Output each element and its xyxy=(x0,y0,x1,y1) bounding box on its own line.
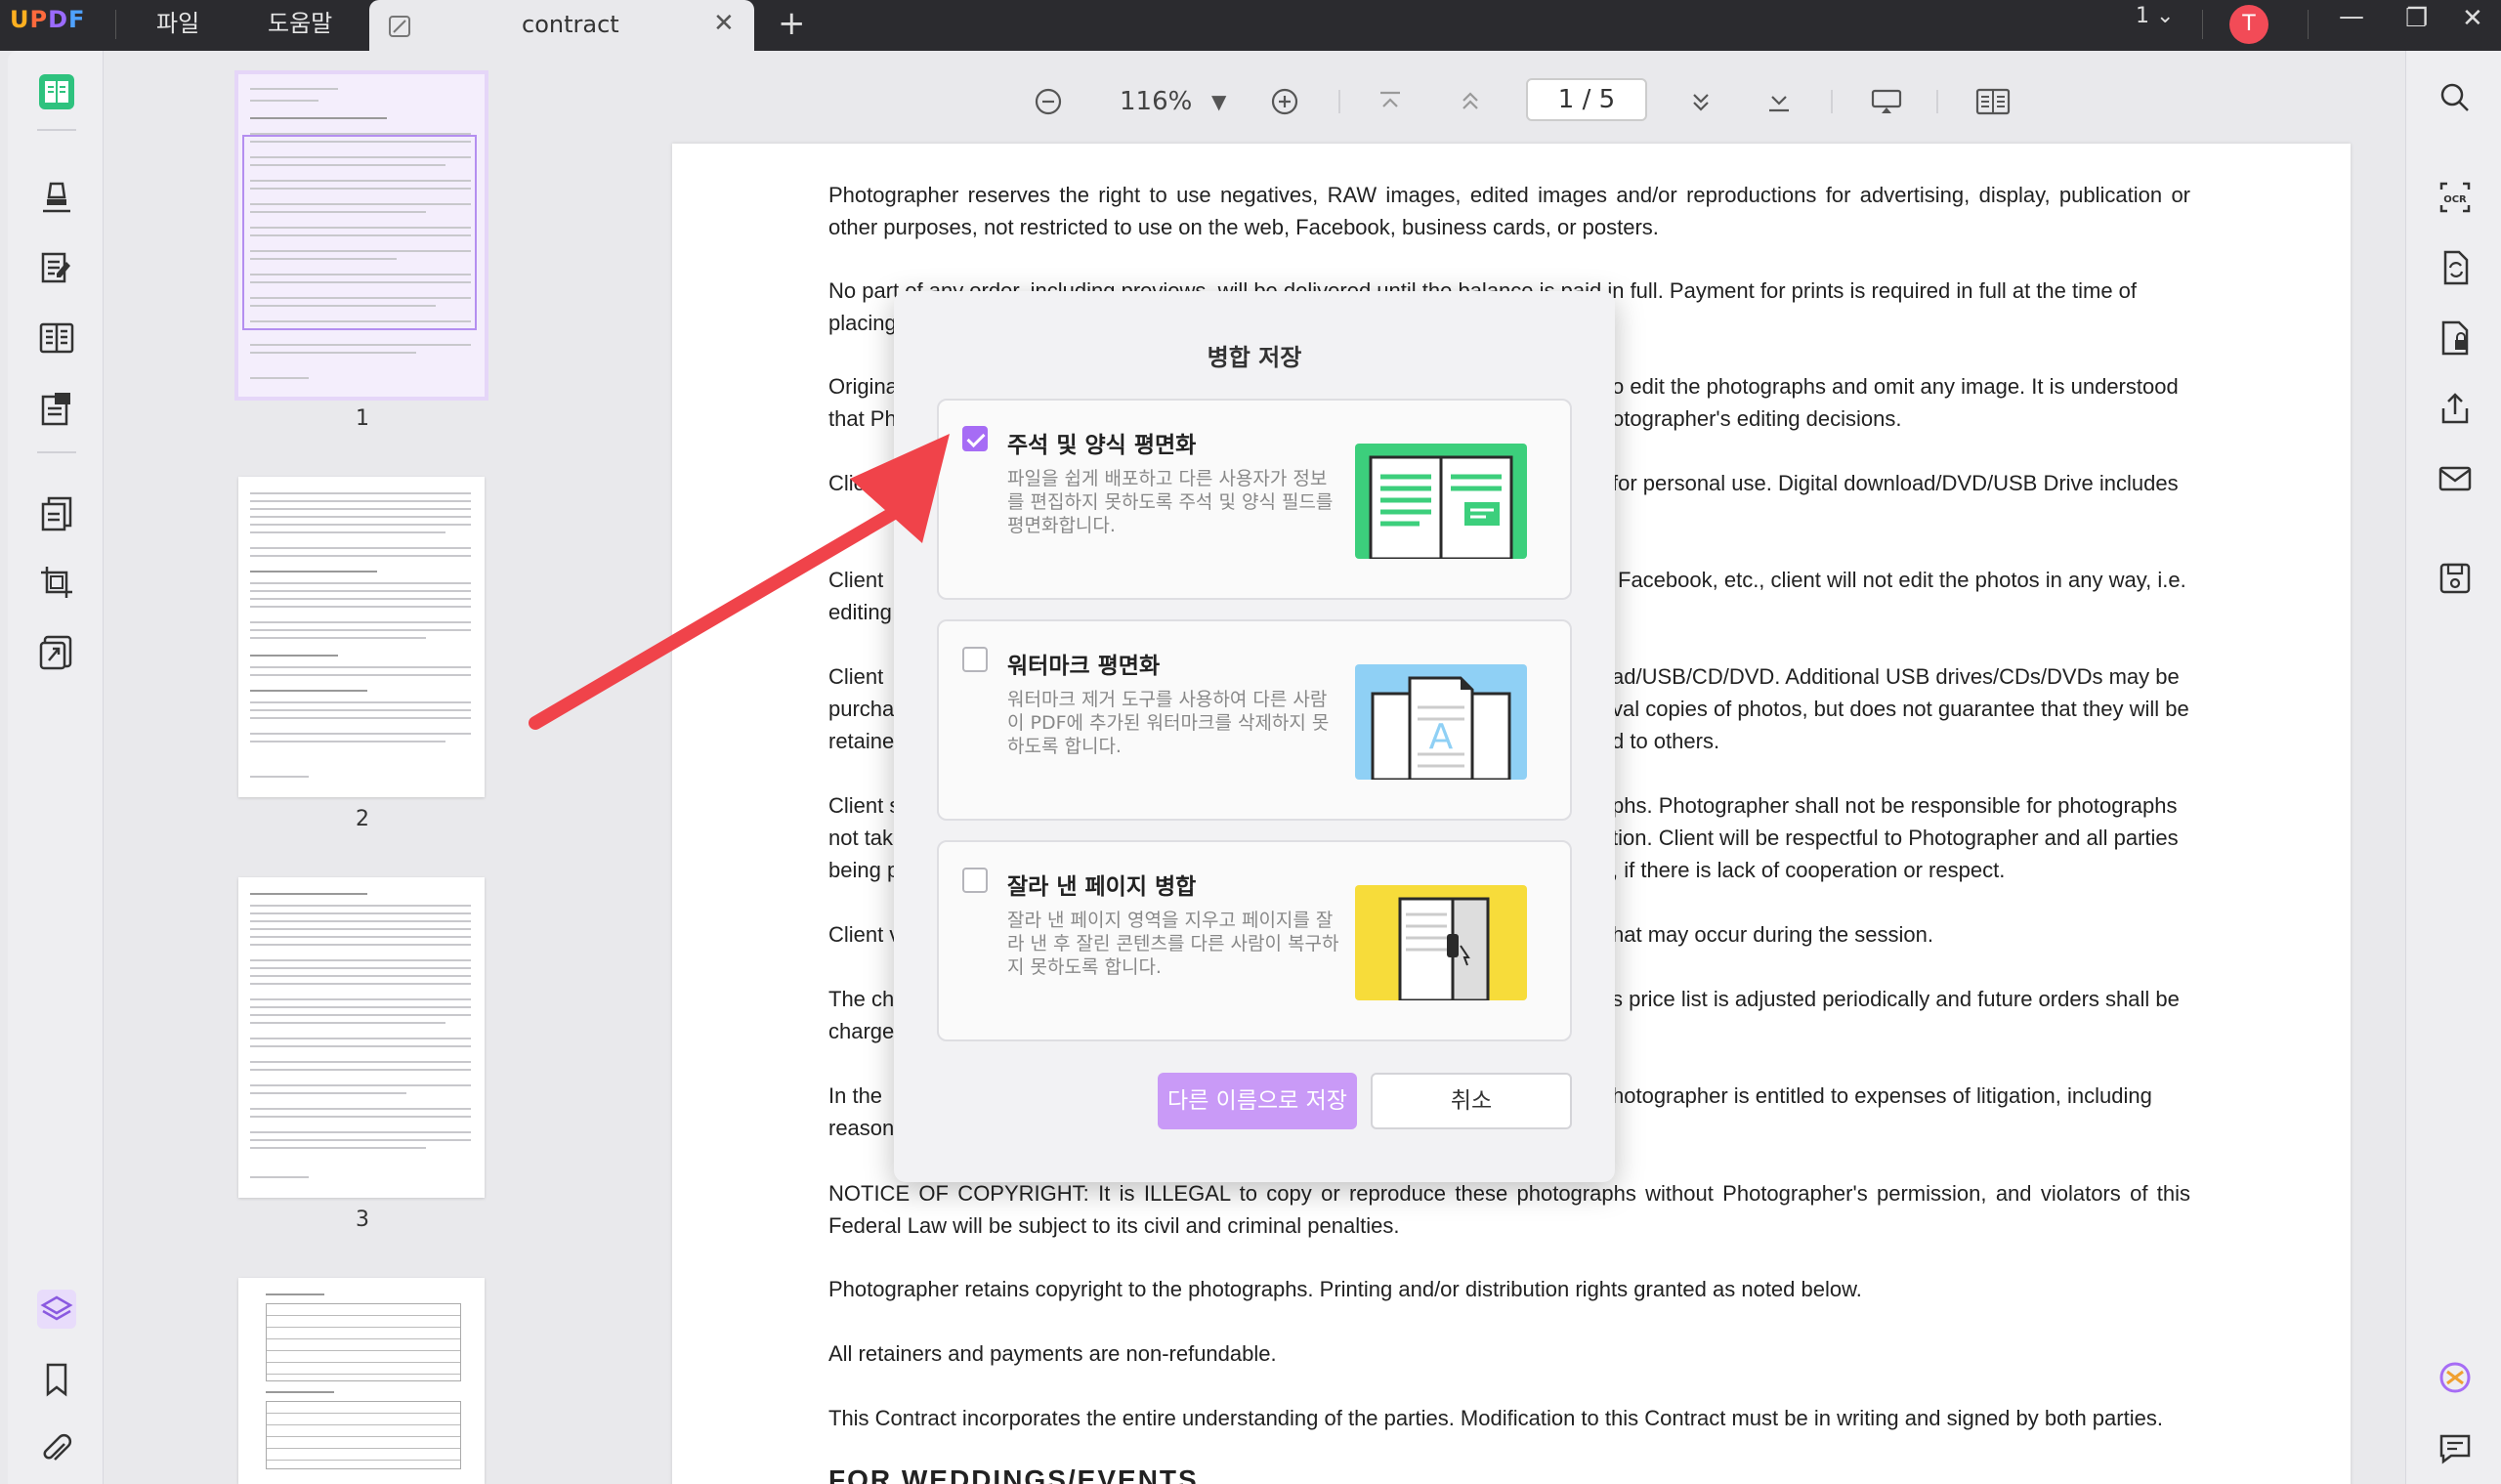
ai-assistant-icon[interactable] xyxy=(2436,1358,2475,1397)
option-title: 주석 및 양식 평면화 xyxy=(1007,433,1197,458)
doc-paragraph: for personal use. Digital download/DVD/U… xyxy=(1612,471,2179,495)
convert-icon[interactable] xyxy=(2436,248,2475,287)
flatten-annotations-illustration-icon xyxy=(1355,444,1527,559)
doc-paragraph: This Contract incorporates the entire un… xyxy=(828,1406,2163,1430)
thumbnail-panel: 1 2 3 xyxy=(104,51,637,1484)
left-tool-sidebar xyxy=(8,51,104,1484)
doc-paragraph: s price list is adjusted periodically an… xyxy=(1612,987,2180,1011)
option-merge-cropped-pages[interactable]: 잘라 낸 페이지 병합 잘라 낸 페이지 영역을 지우고 페이지를 잘라 낸 후… xyxy=(937,840,1572,1041)
doc-paragraph: Photographer reserves the right to use n… xyxy=(828,183,2190,239)
doc-paragraph: NOTICE OF COPYRIGHT: It is ILLEGAL to co… xyxy=(828,1181,2190,1238)
sidebar-divider xyxy=(37,129,76,131)
thumbnail-number: 2 xyxy=(356,807,369,831)
flatten-watermark-illustration-icon: A xyxy=(1355,664,1527,780)
merge-cropped-checkbox[interactable] xyxy=(962,868,988,893)
page-number-input[interactable]: 1 / 5 xyxy=(1526,78,1647,121)
crop-icon[interactable] xyxy=(37,563,76,602)
option-description: 파일을 쉽게 배포하고 다른 사용자가 정보를 편집하지 못하도록 주석 및 양… xyxy=(1007,468,1334,536)
attachment-icon[interactable] xyxy=(37,1430,76,1469)
page-thumbnail-4[interactable] xyxy=(238,1278,485,1484)
menu-file[interactable]: 파일 xyxy=(156,4,199,38)
protect-icon[interactable] xyxy=(2436,318,2475,358)
option-description: 잘라 낸 페이지 영역을 지우고 페이지를 잘라 낸 후 잘린 콘텐츠를 다른 … xyxy=(1007,910,1339,978)
title-separator xyxy=(2202,10,2203,39)
toolbar-divider xyxy=(1936,90,1938,113)
compress-icon[interactable] xyxy=(37,633,76,672)
share-icon[interactable] xyxy=(2436,389,2475,428)
edit-document-icon xyxy=(389,16,410,37)
menu-help[interactable]: 도움말 xyxy=(268,4,332,38)
doc-paragraph: Facebook, etc., client will not edit the… xyxy=(1618,568,2186,592)
layers-icon[interactable] xyxy=(37,1290,76,1329)
page-thumbnail-3[interactable] xyxy=(238,877,485,1198)
doc-paragraph: ad/USB/CD/DVD. Additional USB drives/CDs… xyxy=(1612,664,2180,689)
view-toolbar: 116% ▼ 1 / 5 xyxy=(637,74,2405,129)
title-separator xyxy=(115,10,116,39)
doc-paragraph: hotographer is entitled to expenses of l… xyxy=(1612,1083,2152,1108)
save-merge-dialog: 병합 저장 주석 및 양식 평면화 파일을 쉽게 배포하고 다른 사용자가 정보… xyxy=(894,291,1615,1182)
doc-paragraph: otographer's editing decisions. xyxy=(1612,406,1902,431)
close-window-button[interactable]: ✕ xyxy=(2462,4,2483,33)
comment-icon[interactable] xyxy=(2436,1428,2475,1467)
document-tab[interactable]: contract ✕ xyxy=(369,0,754,51)
zoom-level[interactable]: 116% xyxy=(1120,74,1192,129)
doc-paragraph: , if there is lack of cooperation or res… xyxy=(1612,858,2006,882)
highlighter-icon[interactable] xyxy=(37,178,76,217)
option-title: 워터마크 평면화 xyxy=(1007,654,1161,679)
option-description: 워터마크 제거 도구를 사용하여 다른 사람이 PDF에 추가된 워터마크를 삭… xyxy=(1007,689,1330,757)
sidebar-divider xyxy=(37,451,76,453)
toolbar-divider xyxy=(1831,90,1833,113)
form-fill-icon[interactable] xyxy=(37,389,76,428)
tab-title: contract xyxy=(522,11,619,38)
minimize-button[interactable]: — xyxy=(2339,2,2364,31)
option-title: 잘라 낸 페이지 병합 xyxy=(1007,874,1197,900)
option-flatten-annotations[interactable]: 주석 및 양식 평면화 파일을 쉽게 배포하고 다른 사용자가 정보를 편집하지… xyxy=(937,399,1572,600)
save-icon[interactable] xyxy=(2436,559,2475,598)
doc-paragraph: phs. Photographer shall not be responsib… xyxy=(1612,793,2178,818)
page-thumbnail-1[interactable] xyxy=(234,70,488,401)
edit-pdf-icon[interactable] xyxy=(37,248,76,287)
page-tools-icon[interactable] xyxy=(37,494,76,533)
zoom-dropdown-icon[interactable]: ▼ xyxy=(1211,74,1226,129)
doc-paragraph: o edit the photographs and omit any imag… xyxy=(1612,374,2179,399)
reader-mode-icon[interactable] xyxy=(37,72,76,111)
right-tool-sidebar: OCR xyxy=(2405,51,2501,1484)
window-count[interactable]: 1 ⌄ xyxy=(2136,4,2174,28)
doc-paragraph: val copies of photos, but does not guara… xyxy=(1612,697,2189,721)
thumbnail-number: 3 xyxy=(356,1208,369,1232)
doc-paragraph: d to others. xyxy=(1612,729,1720,753)
doc-paragraph: Photographer retains copyright to the ph… xyxy=(828,1277,1862,1301)
search-icon[interactable] xyxy=(2436,78,2475,117)
title-bar: UPDF 파일 도움말 contract ✕ + 1 ⌄ T — ❐ ✕ xyxy=(0,0,2501,51)
page-thumbnail-2[interactable] xyxy=(238,477,485,797)
ocr-icon[interactable]: OCR xyxy=(2436,178,2475,217)
save-as-button[interactable]: 다른 이름으로 저장 xyxy=(1158,1073,1357,1129)
user-avatar[interactable]: T xyxy=(2229,5,2268,44)
thumbnail-number: 1 xyxy=(356,406,369,431)
doc-heading: FOR WEDDINGS/EVENTS xyxy=(828,1464,1199,1484)
doc-paragraph: hat may occur during the session. xyxy=(1612,922,1933,947)
organize-pages-icon[interactable] xyxy=(37,318,76,358)
cancel-button[interactable]: 취소 xyxy=(1371,1073,1572,1129)
doc-paragraph: All retainers and payments are non-refun… xyxy=(828,1341,1277,1366)
merge-cropped-illustration-icon xyxy=(1355,885,1527,1000)
svg-text:A: A xyxy=(1429,717,1454,757)
restore-button[interactable]: ❐ xyxy=(2405,4,2428,33)
close-tab-icon[interactable]: ✕ xyxy=(713,9,735,38)
chevron-down-icon: ⌄ xyxy=(2156,4,2175,28)
viewport-indicator xyxy=(242,135,477,330)
doc-paragraph: tion. Client will be respectful to Photo… xyxy=(1612,826,2179,850)
svg-text:OCR: OCR xyxy=(2443,194,2467,205)
title-separator xyxy=(2308,10,2309,39)
new-tab-button[interactable]: + xyxy=(778,4,806,43)
app-logo: UPDF xyxy=(10,6,86,33)
bookmark-icon[interactable] xyxy=(37,1360,76,1399)
red-arrow-annotation-icon xyxy=(529,434,950,730)
dialog-title: 병합 저장 xyxy=(1207,344,1302,371)
toolbar-divider xyxy=(1338,90,1340,113)
option-flatten-watermark[interactable]: 워터마크 평면화 워터마크 제거 도구를 사용하여 다른 사람이 PDF에 추가… xyxy=(937,619,1572,821)
email-icon[interactable] xyxy=(2436,459,2475,498)
